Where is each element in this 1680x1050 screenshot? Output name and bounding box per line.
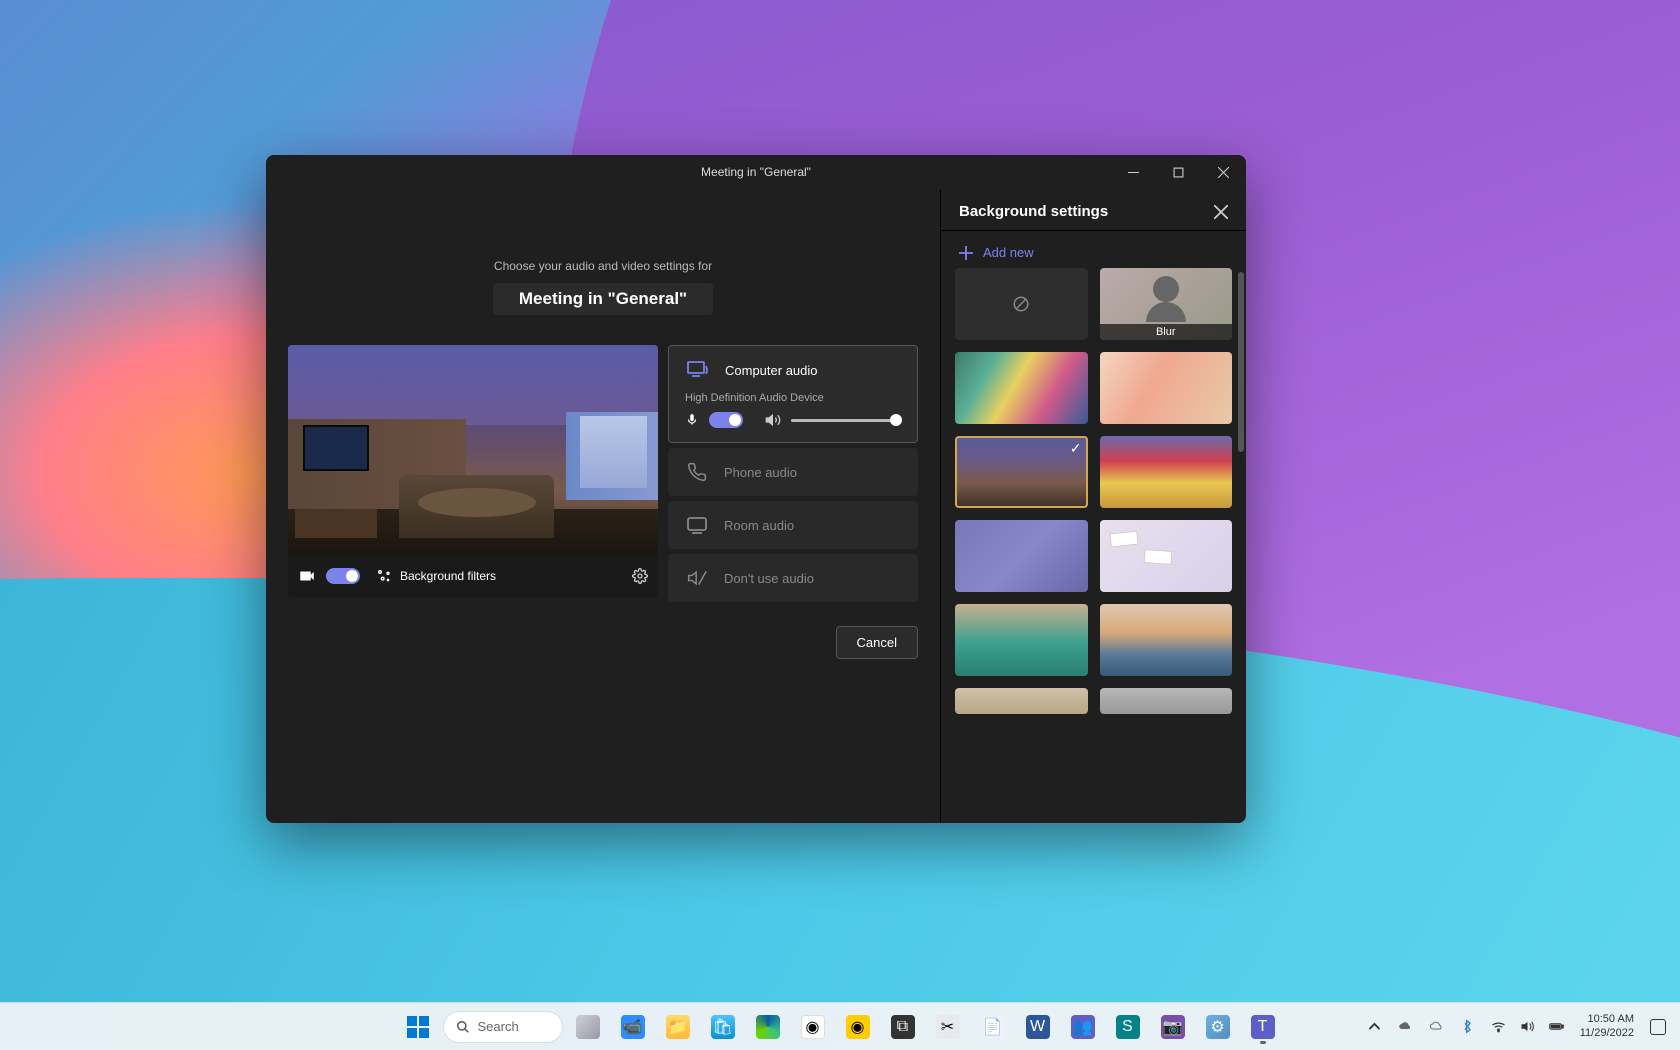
panel-close-button[interactable] bbox=[1214, 205, 1228, 219]
room-icon bbox=[685, 515, 709, 535]
microphone-icon bbox=[685, 413, 699, 427]
computer-audio-label: Computer audio bbox=[725, 363, 818, 378]
speaker-icon bbox=[765, 412, 781, 428]
app-sharepoint[interactable]: S bbox=[1108, 1007, 1148, 1047]
app-word[interactable]: W bbox=[1018, 1007, 1058, 1047]
titlebar: Meeting in "General" bbox=[266, 155, 1246, 189]
tray-overflow[interactable] bbox=[1361, 1015, 1388, 1038]
bg-option-purple-texture[interactable] bbox=[955, 520, 1088, 592]
mute-icon bbox=[685, 568, 709, 588]
tray-wifi-icon[interactable] bbox=[1485, 1015, 1512, 1038]
sparkle-icon bbox=[376, 568, 392, 584]
room-audio-option[interactable]: Room audio bbox=[668, 501, 918, 549]
audio-device-name: High Definition Audio Device bbox=[685, 392, 901, 404]
app-camera[interactable]: 📷 bbox=[1153, 1007, 1193, 1047]
bg-option-sunset-city[interactable] bbox=[1100, 604, 1233, 676]
video-preview bbox=[288, 345, 658, 555]
phone-icon bbox=[685, 462, 709, 482]
close-button[interactable] bbox=[1201, 155, 1246, 189]
no-audio-option[interactable]: Don't use audio bbox=[668, 554, 918, 602]
taskbar-clock[interactable]: 10:50 AM 11/29/2022 bbox=[1574, 1013, 1640, 1041]
volume-slider[interactable] bbox=[791, 419, 901, 422]
cancel-button[interactable]: Cancel bbox=[836, 626, 918, 659]
computer-audio-icon bbox=[686, 360, 710, 380]
app-terminal[interactable]: ⧉ bbox=[883, 1007, 923, 1047]
add-new-background-button[interactable]: Add new bbox=[941, 231, 1246, 268]
computer-audio-option[interactable]: Computer audio High Definition Audio Dev… bbox=[668, 345, 918, 443]
camera-toggle[interactable] bbox=[326, 568, 360, 584]
phone-audio-label: Phone audio bbox=[724, 465, 797, 480]
app-settings[interactable]: ⚙ bbox=[1198, 1007, 1238, 1047]
bg-option-blur[interactable]: Blur bbox=[1100, 268, 1233, 340]
start-button[interactable] bbox=[398, 1007, 438, 1047]
plus-icon bbox=[959, 246, 973, 260]
minimize-button[interactable] bbox=[1111, 155, 1156, 189]
bg-option-colorful-studio[interactable] bbox=[1100, 436, 1233, 508]
panel-scrollbar[interactable] bbox=[1238, 272, 1244, 452]
camera-icon bbox=[298, 567, 316, 585]
room-audio-label: Room audio bbox=[724, 518, 794, 533]
task-view-button[interactable] bbox=[568, 1007, 608, 1047]
bg-option-none[interactable] bbox=[955, 268, 1088, 340]
desktop: Meeting in "General" Choose your audio a… bbox=[0, 0, 1680, 1050]
device-settings-button[interactable] bbox=[632, 568, 648, 584]
app-microsoft-store[interactable]: 🛍 bbox=[703, 1007, 743, 1047]
prejoin-main-pane: Choose your audio and video settings for… bbox=[266, 189, 941, 823]
background-settings-panel: Background settings Add new Blur bbox=[941, 189, 1246, 823]
bg-option-abstract-waves[interactable] bbox=[955, 352, 1088, 424]
bg-option-gray-room[interactable] bbox=[1100, 688, 1233, 714]
bg-option-loft[interactable] bbox=[955, 688, 1088, 714]
tray-weather-icon[interactable] bbox=[1423, 1015, 1450, 1038]
app-notepad[interactable]: 📄 bbox=[973, 1007, 1013, 1047]
app-chrome[interactable]: ◉ bbox=[793, 1007, 833, 1047]
bg-option-teal-office[interactable] bbox=[955, 604, 1088, 676]
mic-toggle[interactable] bbox=[709, 412, 743, 428]
tray-battery-icon[interactable] bbox=[1543, 1015, 1570, 1038]
teams-prejoin-window: Meeting in "General" Choose your audio a… bbox=[266, 155, 1246, 823]
preview-toolbar: Background filters bbox=[288, 555, 658, 597]
no-audio-label: Don't use audio bbox=[724, 571, 814, 586]
meeting-name-input[interactable]: Meeting in "General" bbox=[493, 283, 713, 315]
tray-onedrive[interactable] bbox=[1392, 1015, 1419, 1038]
app-chrome-canary[interactable]: ◉ bbox=[838, 1007, 878, 1047]
notifications-button[interactable] bbox=[1644, 1015, 1672, 1039]
tray-bluetooth-icon[interactable] bbox=[1454, 1015, 1481, 1038]
app-teams-work[interactable]: T bbox=[1243, 1007, 1283, 1047]
app-snipping-tool[interactable]: ✂ bbox=[928, 1007, 968, 1047]
app-teams-personal[interactable]: 👥 bbox=[1063, 1007, 1103, 1047]
maximize-button[interactable] bbox=[1156, 155, 1201, 189]
tray-volume-icon[interactable] bbox=[1514, 1015, 1541, 1038]
taskbar-search[interactable]: Search bbox=[443, 1011, 563, 1043]
taskbar: Search 📹 📁 🛍 ◉ ◉ ⧉ ✂ 📄 W 👥 S 📷 ⚙ T bbox=[0, 1002, 1680, 1050]
bg-option-pastel-objects[interactable] bbox=[1100, 352, 1233, 424]
app-file-explorer[interactable]: 📁 bbox=[658, 1007, 698, 1047]
bg-option-pantone-home-office[interactable]: Pantone Home Office ✓ bbox=[955, 436, 1088, 508]
background-filters-button[interactable]: Background filters bbox=[376, 568, 496, 584]
search-icon bbox=[456, 1020, 470, 1034]
app-edge[interactable] bbox=[748, 1007, 788, 1047]
panel-title: Background settings bbox=[959, 203, 1108, 220]
prompt-text: Choose your audio and video settings for bbox=[494, 259, 712, 273]
bg-filters-label: Background filters bbox=[400, 569, 496, 583]
phone-audio-option[interactable]: Phone audio bbox=[668, 448, 918, 496]
bg-option-sticky-notes[interactable] bbox=[1100, 520, 1233, 592]
app-zoom[interactable]: 📹 bbox=[613, 1007, 653, 1047]
check-icon: ✓ bbox=[1070, 440, 1082, 457]
window-title: Meeting in "General" bbox=[701, 165, 811, 179]
